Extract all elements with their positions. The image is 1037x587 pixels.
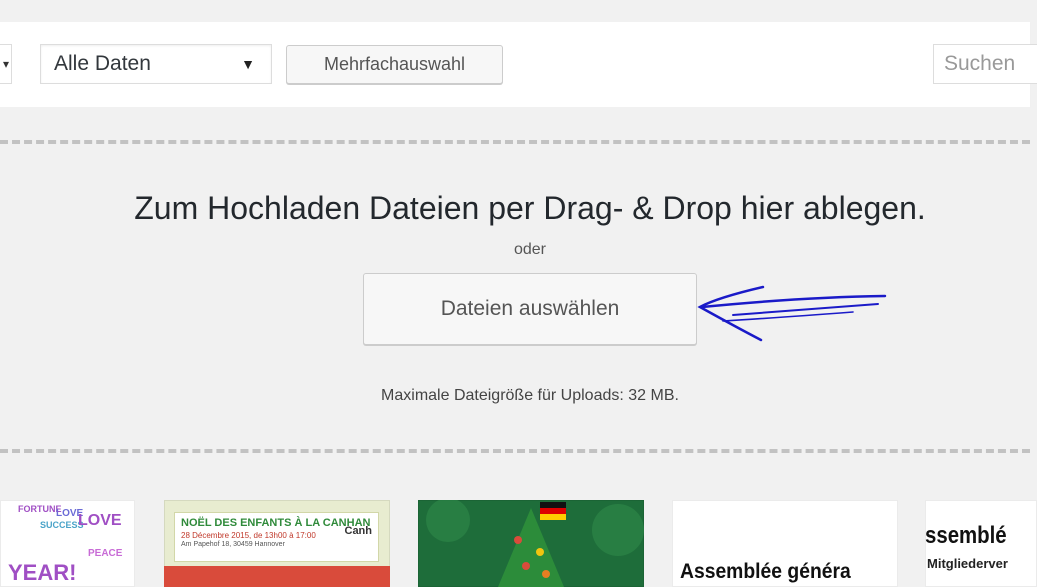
date-filter-value: Alle Daten [54, 52, 151, 75]
thumbnail-text: ssemblé [925, 522, 1007, 549]
thumbnail-text: Assemblée généra [680, 560, 851, 583]
attachments-grid: FORTUNE LOVE SUCCESS LOVE PEACE YEAR! NO… [0, 500, 1037, 587]
chevron-down-icon: ▼ [241, 56, 255, 72]
attachment-thumbnail[interactable]: ssemblé Mitgliederver [925, 500, 1037, 587]
arrow-annotation-icon [697, 285, 887, 342]
type-filter-arrow: ▾ [2, 57, 9, 71]
max-upload-size: Maximale Dateigröße für Uploads: 32 MB. [381, 387, 679, 404]
thumbnail-text: 28 Décembre 2015, de 13h00 à 17:00 [181, 531, 316, 540]
thumbnail-text: Am Papehof 18, 30459 Hannover [181, 541, 285, 548]
christmas-tree-image [426, 500, 644, 587]
media-toolbar: ▾ Alle Daten ▼ Mehrfachauswahl [0, 22, 1037, 107]
search-input[interactable] [933, 44, 1037, 84]
thumbnail-text: Mitgliederver [927, 556, 1008, 571]
attachment-thumbnail[interactable] [418, 500, 644, 587]
thumbnail-text: FORTUNE [18, 504, 62, 514]
bulk-select-button[interactable]: Mehrfachauswahl [286, 45, 503, 84]
thumbnail-text: SUCCESS [40, 520, 84, 530]
or-label: oder [513, 241, 547, 258]
dropzone-border-top [0, 140, 1030, 144]
thumbnail-header: NOËL DES ENFANTS À LA CANHAN 28 Décembre… [174, 512, 379, 562]
thumbnail-text: NOËL DES ENFANTS À LA CANHAN [181, 517, 371, 529]
attachment-thumbnail[interactable]: Assemblée généra [672, 500, 898, 587]
attachment-thumbnail[interactable]: NOËL DES ENFANTS À LA CANHAN 28 Décembre… [164, 500, 390, 587]
type-filter-select[interactable]: ▾ [0, 44, 12, 84]
drop-instructions: Zum Hochladen Dateien per Drag- & Drop h… [134, 190, 926, 226]
thumbnail-text: YEAR! [8, 560, 77, 585]
dropzone-border-bottom [0, 449, 1030, 453]
thumbnail-logo: Canh [344, 525, 373, 537]
thumbnail-decoration [164, 566, 390, 587]
attachment-thumbnail[interactable]: FORTUNE LOVE SUCCESS LOVE PEACE YEAR! [0, 500, 135, 587]
thumbnail-text: LOVE [78, 512, 122, 529]
date-filter-select[interactable]: Alle Daten ▼ [40, 44, 272, 84]
select-files-button[interactable]: Dateien auswählen [363, 273, 697, 345]
thumbnail-text: PEACE [88, 548, 123, 559]
